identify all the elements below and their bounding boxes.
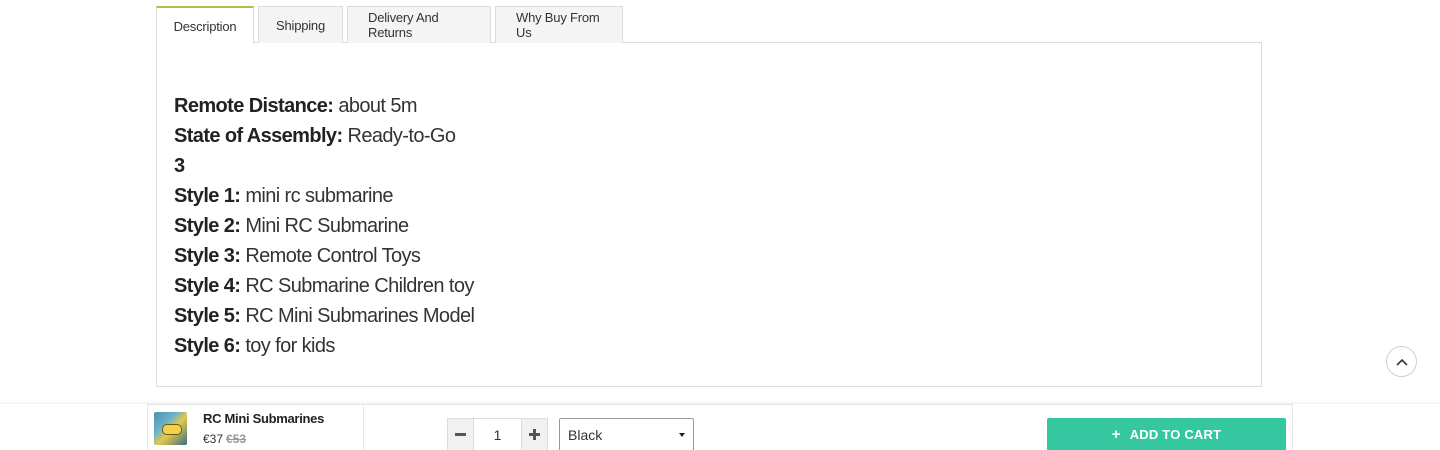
tab-why-buy-from-us[interactable]: Why Buy From Us	[495, 6, 623, 43]
product-price: €37 €53	[203, 432, 246, 446]
sticky-add-to-cart-bar: RC Mini Submarines €37 €53 1 Black + ADD …	[0, 404, 1440, 450]
tab-delivery-and-returns[interactable]: Delivery And Returns	[347, 6, 491, 43]
spec-number: 3	[174, 151, 474, 181]
tab-panel-description: Remote Distance: about 5m State of Assem…	[156, 42, 1262, 387]
spec-value: Ready-to-Go	[347, 125, 456, 147]
spec-key: Style 6:	[174, 335, 241, 357]
spec-value: RC Submarine Children toy	[245, 275, 474, 297]
spec-style-2: Style 2: Mini RC Submarine	[174, 211, 474, 241]
spec-key: Style 5:	[174, 305, 241, 327]
spec-value: Remote Control Toys	[245, 245, 421, 267]
spec-key: Style 1:	[174, 185, 241, 207]
plus-icon	[529, 429, 540, 440]
tab-description[interactable]: Description	[156, 6, 254, 44]
spec-value: Mini RC Submarine	[245, 215, 409, 237]
product-thumbnail[interactable]	[154, 412, 187, 445]
spec-key: 3	[174, 155, 185, 177]
sticky-bar-content: RC Mini Submarines €37 €53 1 Black + ADD …	[147, 404, 1293, 450]
spec-key: Style 3:	[174, 245, 241, 267]
spec-style-1: Style 1: mini rc submarine	[174, 181, 474, 211]
quantity-input[interactable]: 1	[474, 418, 521, 450]
divider	[363, 405, 364, 450]
spec-style-3: Style 3: Remote Control Toys	[174, 241, 474, 271]
spec-value: mini rc submarine	[245, 185, 393, 207]
quantity-stepper: 1	[447, 418, 548, 450]
spec-value: about 5m	[338, 95, 417, 117]
current-price: €37	[203, 432, 224, 446]
spec-value: toy for kids	[245, 335, 335, 357]
plus-icon: +	[1111, 426, 1121, 443]
spec-key: Style 4:	[174, 275, 241, 297]
spec-key: Style 2:	[174, 215, 241, 237]
caret-down-icon	[679, 433, 685, 437]
tab-shipping[interactable]: Shipping	[258, 6, 343, 43]
product-name: RC Mini Submarines	[203, 411, 325, 426]
increase-quantity-button[interactable]	[521, 418, 548, 450]
variant-value: Black	[568, 427, 603, 443]
variant-select[interactable]: Black	[559, 418, 694, 450]
minus-icon	[455, 433, 466, 436]
spec-style-5: Style 5: RC Mini Submarines Model	[174, 301, 475, 331]
spec-remote-distance: Remote Distance: about 5m	[174, 91, 474, 121]
decrease-quantity-button[interactable]	[447, 418, 474, 450]
spec-key: State of Assembly:	[174, 125, 343, 147]
spec-key: Remote Distance:	[174, 95, 334, 117]
spec-state-of-assembly: State of Assembly: Ready-to-Go	[174, 121, 474, 151]
spec-list: Remote Distance: about 5m State of Assem…	[174, 91, 475, 361]
spec-value: RC Mini Submarines Model	[245, 305, 475, 327]
spec-style-4: Style 4: RC Submarine Children toy	[174, 271, 474, 301]
description-tabs: Description Shipping Delivery And Return…	[156, 6, 627, 44]
add-to-cart-label: ADD TO CART	[1129, 427, 1222, 442]
scroll-to-top-button[interactable]	[1386, 346, 1417, 377]
chevron-up-icon	[1395, 358, 1408, 366]
add-to-cart-button[interactable]: + ADD TO CART	[1047, 418, 1286, 450]
compare-price: €53	[226, 432, 247, 446]
spec-style-6: Style 6: toy for kids	[174, 331, 474, 361]
